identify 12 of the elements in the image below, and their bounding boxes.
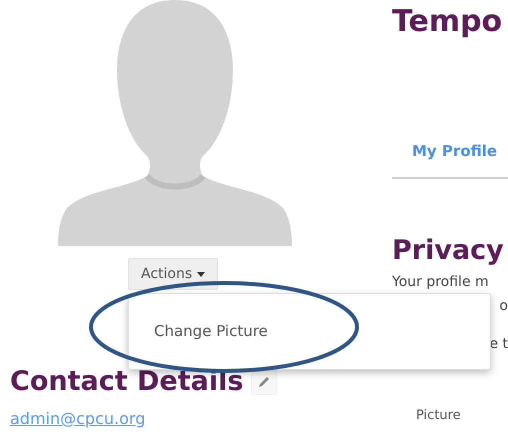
- field-label: Picture: [416, 408, 462, 423]
- avatar-silhouette-icon: [58, 0, 292, 246]
- privacy-heading: Privacy: [392, 235, 505, 266]
- profile-tab[interactable]: My Profile: [412, 137, 498, 177]
- contact-details-heading: Contact Details: [10, 366, 244, 397]
- privacy-text: Your profile m: [392, 274, 490, 290]
- caret-icon: [197, 272, 206, 276]
- page-title: Tempo: [392, 4, 504, 39]
- menu-item[interactable]: Change Picture: [154, 322, 268, 340]
- privacy-text: o: [498, 298, 508, 314]
- pencil-icon: [257, 374, 272, 388]
- actions-button[interactable]: Actions: [128, 258, 218, 290]
